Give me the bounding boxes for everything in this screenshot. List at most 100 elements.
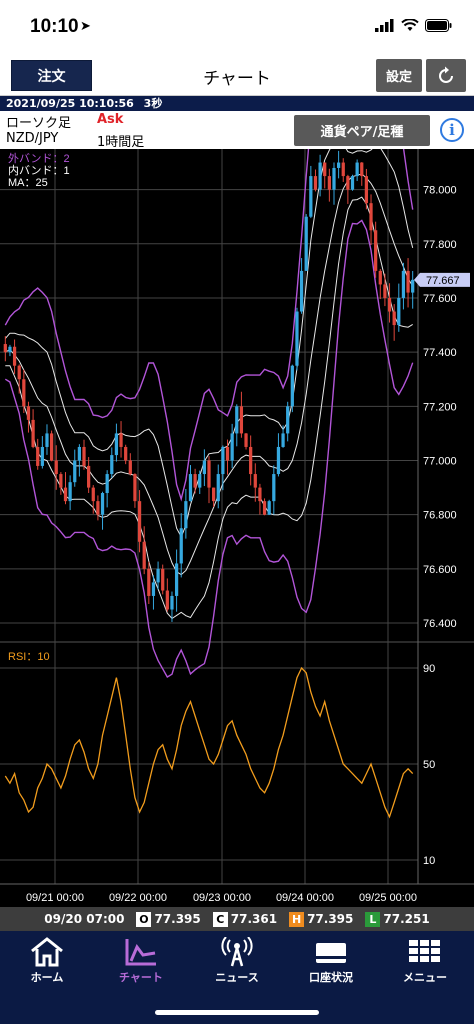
candle-body [165,590,169,610]
candle-body [87,465,91,488]
low-price: L 77.251 [365,911,430,927]
candle-body [350,176,355,190]
candle-body [374,230,378,271]
candle-body [327,176,331,190]
candle-body [346,176,350,190]
candle-body [45,433,49,447]
candle-body [299,270,304,312]
candle-body [411,279,415,293]
time-tick-label: 09/24 00:00 [276,892,334,904]
status-bar: 10:10 ➤ [0,0,474,56]
candle-body [304,216,308,271]
candle-body [156,568,160,583]
nav-bar: 注文 チャート 設定 [0,56,474,96]
home-icon [31,937,63,967]
candle-body [142,541,146,569]
pair-timeframe-button[interactable]: 通貨ペア/足種 [294,115,430,146]
candle-body [341,162,345,177]
candle-body [207,460,211,488]
rsi-tick-label: 90 [423,663,435,675]
candle-body [239,406,244,434]
account-card-icon [316,943,346,963]
candle-body [332,167,336,190]
candle-body [73,460,77,483]
info-icon[interactable]: i [440,118,464,142]
price-tick-label: 78.000 [423,185,457,197]
tab-chart[interactable]: チャート [94,937,188,987]
band-legend-item: 内バンド：1 [8,163,70,177]
band-legend-item: 外バンド：2 [8,152,70,165]
tab-home[interactable]: ホーム [0,937,94,987]
candle-body [170,595,174,610]
candle-body [31,419,35,447]
price-tick-label: 77.800 [423,239,457,251]
tab-news-label: ニュース [215,971,259,984]
candle-body [401,270,406,298]
chart-icon [125,939,156,966]
signal-icon [375,19,394,32]
price-side-label: Ask [97,112,124,127]
close-price: C 77.361 [212,911,278,927]
current-price-label: 77.667 [426,275,460,287]
candle-body [397,297,401,326]
candle-body [253,474,257,488]
candle-body [235,406,239,434]
candle-body [193,474,197,488]
candle-body [3,344,7,353]
price-tick-label: 77.400 [423,347,457,359]
candle-body [82,446,86,466]
candle-body [336,162,341,168]
rsi-tick-label: 10 [423,855,435,867]
time-tick-label: 09/23 00:00 [193,892,251,904]
candle-body [290,365,294,407]
candle-body [212,487,216,502]
candle-body [96,501,100,515]
currency-pair-label: NZD/JPY [6,131,59,146]
candle-body [128,460,132,475]
update-datetime: 2021/09/25 10:10:56 [6,97,134,110]
tab-account[interactable]: 口座状況 [284,937,378,987]
close-value: 77.361 [230,912,278,926]
candle-body [17,365,21,380]
candle-body [221,446,225,475]
rsi-line [4,666,414,819]
price-tick-label: 77.200 [423,401,457,413]
low-value: 77.251 [383,912,430,926]
status-time: 10:10 [30,16,79,37]
tab-menu-label: メニュー [403,971,447,984]
ohlc-bar: 09/20 07:00 O 77.395 C 77.361 H 77.395 L 77.… [0,907,474,931]
ohlc-time: 09/20 07:00 [44,912,125,926]
refresh-button[interactable] [426,59,466,92]
candle-body [258,487,262,502]
candle-type-label: ローソク足 [6,116,72,131]
candle-body [40,446,44,466]
candle-body [22,379,26,407]
price-tick-label: 76.800 [423,510,457,522]
candle-body [309,176,313,217]
price-tick-label: 77.600 [423,293,457,305]
tab-menu[interactable]: メニュー [378,937,472,987]
status-icons [375,19,452,32]
order-button[interactable]: 注文 [11,60,92,91]
candle-body [378,270,382,285]
close-tag: C [212,911,228,927]
candle-body [202,460,206,475]
time-tick-label: 09/25 00:00 [359,892,417,904]
info-panel: ローソク足 Ask NZD/JPY 1時間足 通貨ペア/足種 i [0,111,474,150]
home-indicator [155,1010,319,1015]
tab-account-label: 口座状況 [309,971,353,984]
candle-body [244,433,248,447]
open-price: O 77.395 [136,911,201,927]
candle-body [161,568,165,591]
candle-body [36,446,40,466]
candle-body [119,433,123,447]
chart-area[interactable]: 78.000 77.800 77.600 77.400 77.200 77.000 76.8… [0,47,474,907]
settings-button[interactable]: 設定 [376,59,422,92]
high-tag: H [289,911,305,927]
tab-chart-label: チャート [119,971,163,984]
candle-body [272,474,276,502]
candle-body [198,474,202,488]
candle-body [188,474,193,502]
tab-news[interactable]: ニュース [190,937,284,987]
price-chart[interactable]: 78.000 77.800 77.600 77.400 77.200 77.000 76.8… [0,47,474,907]
